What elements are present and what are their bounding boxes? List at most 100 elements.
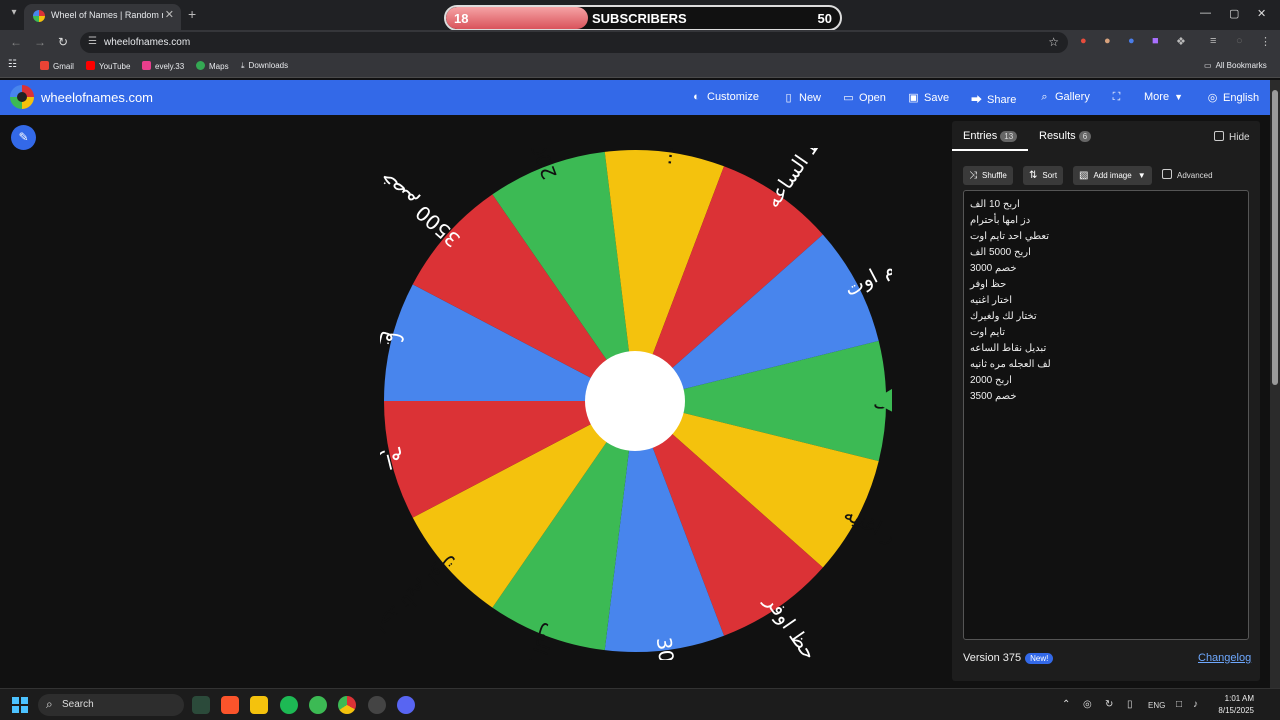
bookmarks-bar: ☷ Gmail YouTube evely.33 Maps ⤓ Downloads… — [0, 56, 1280, 78]
image-icon: ▧ — [1079, 170, 1089, 181]
system-clock[interactable]: 1:01 AM 8/15/2025 — [1212, 693, 1254, 717]
discord-icon[interactable] — [397, 696, 415, 714]
globe-icon: ◎ — [1207, 92, 1218, 104]
browser-tab-bar: ▾ Wheel of Names | Random nam ✕ + 18 SUB… — [0, 0, 1280, 31]
site-info-icon[interactable]: ☰ — [88, 36, 97, 47]
profile-icon[interactable]: ○ — [1236, 35, 1243, 47]
shuffle-button[interactable]: ⤨ Shuffle — [963, 166, 1013, 185]
windows-taskbar: ⌕ Search ⌃ ◎ ↻ ▯ ENG □ ♪ 1:01 AM 8/15/20… — [0, 688, 1280, 720]
tab-results[interactable]: Results 6 — [1039, 130, 1092, 142]
scroll-thumb[interactable] — [1272, 90, 1278, 385]
minimize-icon[interactable]: — — [1200, 7, 1211, 19]
taskbar-app-icon[interactable] — [368, 696, 386, 714]
file-explorer-icon[interactable] — [250, 696, 268, 714]
close-window-icon[interactable]: ✕ — [1257, 7, 1266, 20]
extension-icon[interactable]: ● — [1104, 35, 1111, 47]
extensions-puzzle-icon[interactable]: ❖ — [1176, 35, 1186, 48]
share-icon: ⮕ — [971, 94, 982, 106]
chrome-icon[interactable] — [338, 696, 356, 714]
save-button[interactable]: ▣ Save — [907, 91, 949, 104]
address-bar[interactable]: ☰ wheelofnames.com ☆ — [80, 32, 1068, 53]
results-count-badge: 6 — [1078, 131, 1092, 142]
gmail-icon — [40, 61, 49, 70]
browser-menu-icon[interactable]: ⋮ — [1260, 35, 1271, 48]
bookmark-star-icon[interactable]: ☆ — [1048, 35, 1059, 49]
show-hidden-icons-icon[interactable]: ⌃ — [1062, 699, 1070, 710]
wheel-center-hub[interactable] — [585, 351, 685, 451]
evely-icon — [142, 61, 151, 70]
microphone-icon[interactable]: ▯ — [1127, 699, 1133, 710]
maximize-icon[interactable]: ▢ — [1229, 7, 1239, 20]
tray-app-icon[interactable]: ↻ — [1105, 699, 1113, 710]
reload-icon[interactable]: ↻ — [58, 35, 68, 49]
entry-line: حظ اوفر — [970, 279, 1007, 290]
site-name[interactable]: wheelofnames.com — [41, 90, 153, 105]
twitch-extension-icon[interactable]: ■ — [1152, 35, 1159, 47]
browser-tab[interactable]: Wheel of Names | Random nam ✕ — [24, 4, 181, 30]
apps-grid-icon[interactable]: ☷ — [8, 59, 17, 70]
tab-entries[interactable]: Entries 13 — [963, 130, 1018, 142]
taskbar-app-icon[interactable] — [192, 696, 210, 714]
new-button[interactable]: ▯ New — [782, 91, 821, 104]
media-icon[interactable]: ≡ — [1210, 35, 1216, 47]
changelog-link[interactable]: Changelog — [1198, 652, 1251, 664]
brave-icon[interactable] — [221, 696, 239, 714]
search-icon: ⌕ — [46, 697, 53, 711]
extension-icon[interactable]: ● — [1128, 35, 1135, 47]
url-text[interactable]: wheelofnames.com — [104, 37, 190, 48]
fullscreen-button[interactable]: ⛶ — [1110, 91, 1127, 104]
wheel-logo-icon[interactable] — [10, 85, 34, 109]
checkbox-icon — [1162, 169, 1172, 179]
customize-button[interactable]: ◐ Customize — [690, 91, 759, 103]
wheel-segment-label: تبديل نقاط الساعه — [760, 148, 867, 212]
sort-icon: ⇅ — [1029, 170, 1038, 181]
entry-line: اختار اغنيه — [970, 295, 1013, 306]
entry-line: دز امها بأحترام — [970, 215, 1031, 226]
entry-line: تبديل نقاط الساعه — [970, 343, 1047, 354]
back-icon[interactable]: ← — [10, 35, 22, 49]
bookmark-maps[interactable]: Maps — [196, 61, 229, 71]
sort-button[interactable]: ⇅ Sort — [1023, 166, 1064, 185]
hide-checkbox[interactable]: Hide — [1214, 131, 1250, 143]
bookmark-gmail[interactable]: Gmail — [40, 61, 74, 71]
all-bookmarks[interactable]: ▭ All Bookmarks — [1204, 61, 1267, 70]
gallery-button[interactable]: ⌕ Gallery — [1038, 91, 1089, 104]
spotify-icon[interactable] — [280, 696, 298, 714]
tray-app-icon[interactable]: ◎ — [1083, 699, 1092, 710]
entry-line: خصم 3000 — [970, 263, 1017, 274]
windows-start-icon[interactable] — [12, 697, 28, 713]
advanced-checkbox[interactable]: Advanced — [1162, 169, 1213, 180]
chevron-down-icon: ▼ — [1137, 171, 1146, 180]
entries-textarea[interactable]: اربح 10 الف دز امها بأحترام تعطي احد تايم … — [963, 190, 1249, 640]
open-button[interactable]: ▭ Open — [842, 91, 886, 104]
main-area: ✎ تختار لك ولغيركاختار اغنيهحظ اوفرخصم 3… — [0, 115, 1270, 688]
search-icon: ⌕ — [1041, 91, 1048, 103]
language-indicator[interactable]: ENG — [1148, 701, 1165, 710]
extension-icon[interactable]: ● — [1080, 35, 1087, 47]
tab-close-icon[interactable]: ✕ — [165, 8, 174, 21]
bookmark-downloads[interactable]: ⤓ Downloads — [241, 61, 288, 71]
name-wheel[interactable]: تختار لك ولغيركاختار اغنيهحظ اوفرخصم 300… — [380, 148, 892, 660]
forward-icon[interactable]: → — [34, 35, 46, 49]
new-tab-icon[interactable]: + — [188, 6, 196, 22]
network-icon[interactable]: □ — [1176, 699, 1182, 710]
tab-search-icon[interactable]: ▾ — [6, 5, 22, 21]
bookmark-youtube[interactable]: YouTube — [86, 61, 130, 71]
page-scrollbar[interactable] — [1270, 80, 1280, 688]
edit-pencil-icon[interactable]: ✎ — [11, 125, 36, 150]
taskbar-app-icon[interactable] — [309, 696, 327, 714]
subscriber-goal: 50 — [817, 11, 832, 26]
entry-line: اربح 5000 الف — [970, 247, 1031, 258]
share-button[interactable]: ⮕ Share — [970, 91, 1016, 107]
language-button[interactable]: ◎ English — [1206, 91, 1259, 104]
add-image-button[interactable]: ▧ Add image ▼ — [1073, 166, 1152, 185]
entries-panel: Entries 13 Results 6 Hide ⤨ Shuffle ⇅ Sort ▧… — [952, 121, 1260, 681]
bookmark-evely[interactable]: evely.33 — [142, 61, 184, 71]
taskbar-search[interactable]: ⌕ Search — [38, 694, 184, 716]
volume-icon[interactable]: ♪ — [1193, 699, 1198, 710]
subscriber-label: SUBSCRIBERS — [592, 11, 687, 26]
tab-title: Wheel of Names | Random nam — [51, 10, 163, 20]
wheel-segment-label: حظ اوفر — [760, 589, 822, 660]
more-button[interactable]: More ▼ — [1144, 91, 1183, 103]
youtube-icon — [86, 61, 95, 70]
